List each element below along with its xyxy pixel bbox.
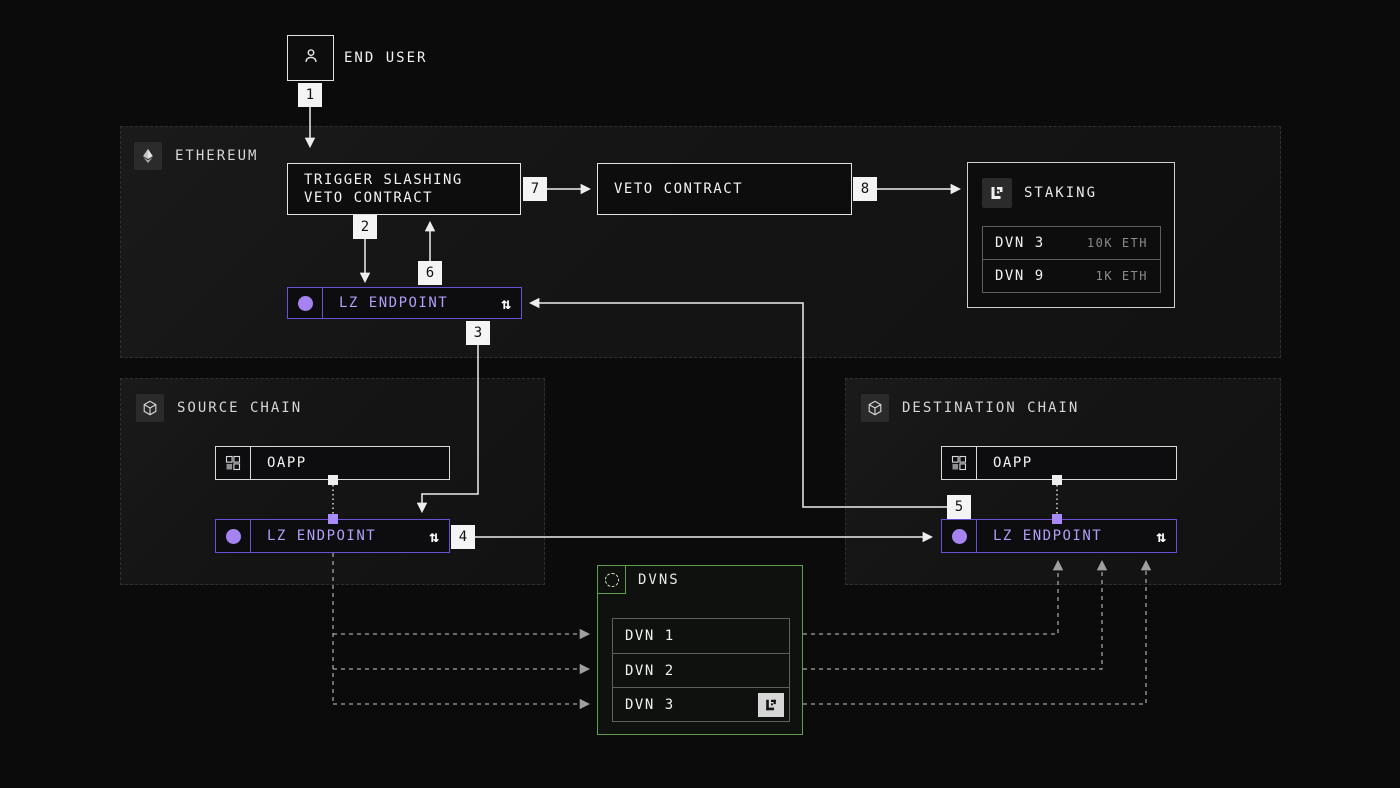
- veto-contract-label: VETO CONTRACT: [614, 180, 835, 198]
- trigger-contract-line2: VETO CONTRACT: [304, 189, 504, 207]
- dvns-label: DVNS: [638, 566, 680, 594]
- destination-chain-label: DESTINATION CHAIN: [902, 400, 1079, 416]
- destination-lz-endpoint-label: LZ ENDPOINT: [977, 520, 1102, 552]
- source-lz-endpoint-node: LZ ENDPOINT ⇅: [215, 519, 450, 553]
- staking-row-dvn3: DVN 3 10K ETH: [982, 226, 1161, 260]
- source-oapp-label: OAPP: [251, 447, 307, 479]
- layerzero-icon: [758, 693, 784, 717]
- swap-arrows-icon: ⇅: [1156, 520, 1176, 552]
- dvns-node: DVNS DVN 1 DVN 2 DVN 3: [597, 565, 803, 735]
- source-chain-header: SOURCE CHAIN: [136, 394, 302, 422]
- staking-dvn9-name: DVN 9: [995, 268, 1045, 284]
- staking-dvn9-stake: 1K ETH: [1096, 269, 1148, 283]
- dst-oapp-port: [1052, 475, 1062, 485]
- dvn-row-3: DVN 3: [613, 687, 789, 721]
- ethereum-icon: [134, 142, 162, 170]
- oapp-grid-icon: [216, 447, 251, 479]
- diagram-canvas: END USER 1 2 3 4 5 6 7 8 ETHEREUM TRIGGE…: [0, 0, 1400, 788]
- step-badge-1: 1: [298, 83, 322, 107]
- staking-dvn3-stake: 10K ETH: [1087, 236, 1148, 250]
- dvn-row-1: DVN 1: [613, 619, 789, 653]
- layerzero-icon: [982, 178, 1012, 208]
- dvn-list: DVN 1 DVN 2 DVN 3: [612, 618, 790, 722]
- destination-oapp-label: OAPP: [977, 447, 1033, 479]
- dvn3-label: DVN 3: [625, 697, 675, 713]
- endpoint-dot-icon: [942, 520, 977, 552]
- dst-endpoint-port: [1052, 514, 1062, 524]
- step-badge-3: 3: [466, 321, 490, 345]
- ethereum-header: ETHEREUM: [134, 142, 258, 170]
- trigger-slashing-veto-contract-node: TRIGGER SLASHING VETO CONTRACT: [287, 163, 521, 215]
- destination-chain-header: DESTINATION CHAIN: [861, 394, 1079, 422]
- staking-row-dvn9: DVN 9 1K ETH: [982, 259, 1161, 293]
- source-chain-label: SOURCE CHAIN: [177, 400, 302, 416]
- end-user-label: END USER: [344, 35, 427, 81]
- step-badge-6: 6: [418, 261, 442, 285]
- endpoint-dot-icon: [288, 288, 323, 318]
- cube-icon: [136, 394, 164, 422]
- oapp-grid-icon: [942, 447, 977, 479]
- step-badge-7: 7: [523, 177, 547, 201]
- destination-lz-endpoint-node: LZ ENDPOINT ⇅: [941, 519, 1177, 553]
- dvn2-label: DVN 2: [625, 663, 675, 679]
- src-oapp-port: [328, 475, 338, 485]
- endpoint-dot-icon: [216, 520, 251, 552]
- end-user-node: [287, 35, 334, 81]
- swap-arrows-icon: ⇅: [429, 520, 449, 552]
- dvn-row-2: DVN 2: [613, 653, 789, 687]
- step-badge-2: 2: [353, 215, 377, 239]
- staking-node: STAKING DVN 3 10K ETH DVN 9 1K ETH: [967, 162, 1175, 308]
- step-badge-5: 5: [947, 495, 971, 519]
- step-badge-8: 8: [853, 177, 877, 201]
- source-lz-endpoint-label: LZ ENDPOINT: [251, 520, 376, 552]
- user-icon: [302, 47, 320, 69]
- ethereum-label: ETHEREUM: [175, 148, 258, 164]
- trigger-contract-line1: TRIGGER SLASHING: [304, 171, 504, 189]
- staking-label: STAKING: [1024, 185, 1097, 201]
- ethereum-lz-endpoint-node: LZ ENDPOINT ⇅: [287, 287, 522, 319]
- staking-header: STAKING: [982, 178, 1097, 208]
- src-endpoint-port: [328, 514, 338, 524]
- dvn-circle-icon: [598, 566, 626, 594]
- cube-icon: [861, 394, 889, 422]
- dvn1-label: DVN 1: [625, 628, 675, 644]
- veto-contract-node: VETO CONTRACT: [597, 163, 852, 215]
- swap-arrows-icon: ⇅: [501, 288, 521, 318]
- ethereum-lz-endpoint-label: LZ ENDPOINT: [323, 288, 448, 318]
- staking-dvn3-name: DVN 3: [995, 235, 1045, 251]
- step-badge-4: 4: [451, 525, 475, 549]
